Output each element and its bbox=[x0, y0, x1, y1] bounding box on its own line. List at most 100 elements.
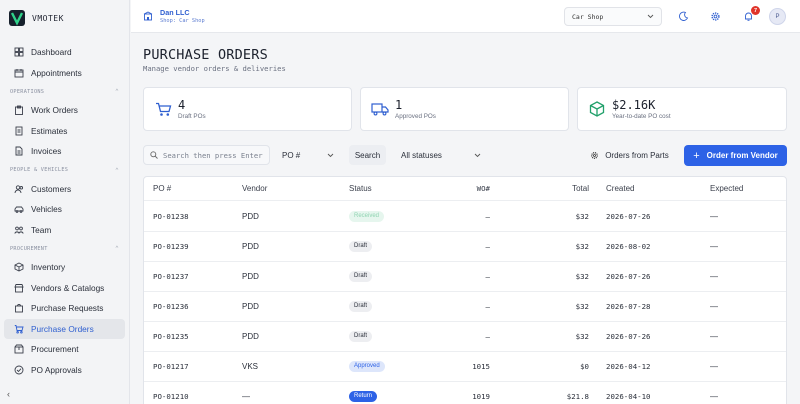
search-field-select[interactable]: PO # bbox=[274, 145, 342, 165]
cell-expected-date: — bbox=[710, 392, 718, 401]
stat-label: Approved POs bbox=[395, 112, 436, 120]
chevron-down-icon bbox=[647, 14, 654, 19]
cell-expected-date: — bbox=[710, 212, 718, 221]
parts-gear-icon bbox=[591, 151, 599, 159]
column-header[interactable]: Status bbox=[349, 177, 419, 200]
theme-toggle-moon-icon[interactable] bbox=[677, 10, 690, 23]
cell-work-order-number: 1015 bbox=[472, 362, 490, 371]
cell-created-date: 2026-04-12 bbox=[606, 362, 651, 371]
table-row[interactable]: PO-01217 VKS Approved 1015 $0 2026-04-12 — bbox=[144, 352, 786, 382]
sidebar-item-procurement[interactable]: Procurement bbox=[4, 339, 125, 360]
cell-status-badge: Draft bbox=[349, 322, 419, 351]
search-input[interactable] bbox=[163, 150, 267, 160]
plus-icon: + bbox=[693, 149, 700, 162]
sidebar-item-vendors-catalogs[interactable]: Vendors & Catalogs bbox=[4, 278, 125, 299]
stat-value: $2.16K bbox=[612, 97, 656, 112]
cell-total-amount: $32 bbox=[575, 332, 589, 341]
table-row[interactable]: PO-01238 PDD Received – $32 2026-07-26 — bbox=[144, 202, 786, 232]
grid-icon bbox=[14, 47, 24, 57]
cell-vendor-name: PDD bbox=[242, 302, 259, 311]
sidebar-item-label: Procurement bbox=[31, 344, 79, 355]
table-row[interactable]: PO-01239 PDD Draft – $32 2026-08-02 — bbox=[144, 232, 786, 262]
cell-work-order-number: – bbox=[485, 242, 490, 251]
chevron-down-icon bbox=[327, 153, 334, 157]
org-switcher[interactable]: Dan LLC Shop: Car Shop bbox=[143, 8, 205, 25]
search-icon bbox=[150, 151, 158, 159]
cell-expected-date: — bbox=[710, 272, 718, 281]
cell-vendor-name: VKS bbox=[242, 362, 259, 371]
search-button[interactable]: Search bbox=[349, 145, 386, 165]
stat-label: Year-to-date PO cost bbox=[612, 112, 671, 120]
building-icon bbox=[143, 11, 153, 21]
page-subtitle: Manage vendor orders & deliveries bbox=[143, 64, 286, 73]
sidebar-item-invoices[interactable]: Invoices bbox=[4, 141, 125, 162]
table-row[interactable]: PO-01236 PDD Draft – $32 2026-07-28 — bbox=[144, 292, 786, 322]
table-header-row: PO # Vendor Status WO# Total Created Expected bbox=[144, 177, 786, 201]
column-header[interactable]: Created bbox=[606, 177, 696, 200]
table-row[interactable]: PO-01210 — Return 1019 $21.8 2026-04-10 — bbox=[144, 382, 786, 404]
cell-po-number: PO-01235 bbox=[153, 332, 189, 341]
sidebar-item-purchase-requests[interactable]: Purchase Requests bbox=[4, 298, 125, 319]
cell-po-number: PO-01238 bbox=[153, 212, 189, 221]
shop-select-value: Car Shop bbox=[572, 12, 604, 21]
sidebar-item-dashboard[interactable]: Dashboard bbox=[4, 42, 125, 63]
sidebar-item-po-approvals[interactable]: PO Approvals bbox=[4, 360, 125, 381]
sidebar-item-team[interactable]: Team bbox=[4, 220, 125, 241]
table-row[interactable]: PO-01237 PDD Draft – $32 2026-07-26 — bbox=[144, 262, 786, 292]
cell-work-order-number: – bbox=[485, 272, 490, 281]
table-row[interactable]: PO-01235 PDD Draft – $32 2026-07-26 — bbox=[144, 322, 786, 352]
shop-select[interactable]: Car Shop bbox=[564, 7, 662, 26]
user-avatar[interactable]: P bbox=[769, 8, 786, 25]
column-header[interactable]: Vendor bbox=[242, 177, 332, 200]
status-filter-select[interactable]: All statuses bbox=[393, 145, 489, 165]
cell-po-number: PO-01236 bbox=[153, 302, 189, 311]
purchase-orders-table: PO # Vendor Status WO# Total Created Expected P… bbox=[143, 176, 787, 404]
sidebar-item-label: PO Approvals bbox=[31, 364, 82, 375]
column-header[interactable]: Expected bbox=[710, 177, 780, 200]
sidebar-item-purchase-orders[interactable]: Purchase Orders bbox=[4, 318, 125, 339]
sidebar-item-label: Team bbox=[31, 224, 52, 235]
settings-gear-icon[interactable] bbox=[709, 10, 722, 23]
status-badge: Draft bbox=[349, 331, 373, 342]
cell-total-amount: $21.8 bbox=[566, 392, 589, 401]
sidebar-item-appointments[interactable]: Appointments bbox=[4, 63, 125, 84]
cell-status-badge: Draft bbox=[349, 292, 419, 321]
store-icon bbox=[14, 283, 24, 293]
sidebar-item-work-orders[interactable]: Work Orders bbox=[4, 100, 125, 121]
cell-created-date: 2026-07-28 bbox=[606, 302, 651, 311]
brand-name: VMOTEK bbox=[32, 13, 64, 23]
sidebar-item-customers[interactable]: Customers bbox=[4, 179, 125, 200]
collapse-sidebar-icon[interactable]: ‹ bbox=[7, 389, 10, 399]
column-header[interactable]: Total bbox=[497, 177, 589, 200]
clipboard-icon bbox=[14, 105, 24, 116]
cell-po-number: PO-01239 bbox=[153, 242, 189, 251]
order-from-vendor-button[interactable]: + Order from Vendor bbox=[684, 145, 787, 166]
car-icon bbox=[14, 204, 24, 214]
stat-card-approved: 1 Approved POs bbox=[360, 87, 569, 131]
status-badge: Draft bbox=[349, 241, 373, 252]
calendar-icon bbox=[14, 68, 24, 78]
sidebar-item-label: Appointments bbox=[31, 67, 82, 78]
check-shield-icon bbox=[14, 365, 24, 375]
truck-icon bbox=[370, 99, 390, 119]
column-header[interactable]: PO # bbox=[153, 177, 233, 200]
sidebar-item-vehicles[interactable]: Vehicles bbox=[4, 199, 125, 220]
orders-from-parts-button[interactable]: Orders from Parts bbox=[583, 145, 676, 165]
sidebar-section-header[interactable]: PROCUREMENT ⌃ bbox=[0, 240, 129, 257]
notifications-bell-icon[interactable]: 7 bbox=[742, 6, 760, 23]
status-filter-value: All statuses bbox=[401, 150, 442, 160]
sidebar-section-header[interactable]: OPERATIONS ⌃ bbox=[0, 83, 129, 100]
cell-vendor-name: — bbox=[242, 392, 250, 401]
sidebar-item-inventory[interactable]: Inventory bbox=[4, 257, 125, 278]
cell-expected-date: — bbox=[710, 332, 718, 341]
column-header[interactable]: WO# bbox=[426, 177, 490, 200]
search-box bbox=[143, 145, 270, 165]
cell-total-amount: $32 bbox=[575, 302, 589, 311]
users-icon bbox=[14, 184, 24, 194]
sidebar-item-estimates[interactable]: Estimates bbox=[4, 121, 125, 142]
cell-expected-date: — bbox=[710, 302, 718, 311]
cell-po-number: PO-01237 bbox=[153, 272, 189, 281]
cell-created-date: 2026-07-26 bbox=[606, 332, 651, 341]
sidebar-section-header[interactable]: PEOPLE & VEHICLES ⌃ bbox=[0, 162, 129, 179]
brand[interactable]: VMOTEK bbox=[0, 0, 129, 36]
